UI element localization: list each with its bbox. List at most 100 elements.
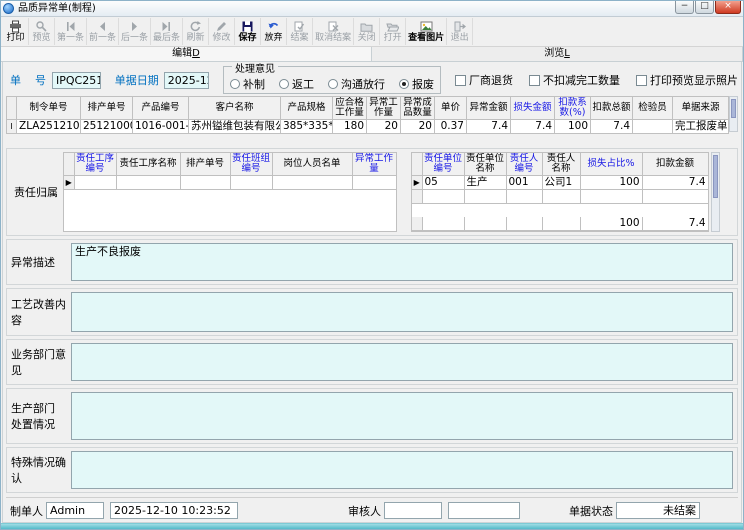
col-header[interactable]: 产品规格 [281, 97, 333, 120]
cell[interactable]: 生产 [464, 176, 506, 190]
cell[interactable] [116, 176, 180, 190]
cell[interactable]: 0.37 [435, 120, 467, 134]
tab-browse[interactable]: 浏览L [372, 47, 743, 61]
auditor-field[interactable] [384, 502, 442, 519]
cancel-close-case-button[interactable]: 取消结案 [313, 18, 354, 45]
close-case-button[interactable]: 结案 [287, 18, 313, 45]
cell[interactable]: 20 [367, 120, 401, 134]
cell[interactable]: 7.4 [467, 120, 511, 134]
col-header[interactable]: 制令单号 [17, 97, 81, 120]
open-button[interactable]: 打开 [380, 18, 406, 45]
production-disposal-textarea[interactable] [71, 392, 733, 440]
prev-record-button[interactable]: 前一条 [87, 18, 119, 45]
col-header[interactable]: 排产单号 [81, 97, 133, 120]
checkbox-no-deduct[interactable]: 不扣减完工数量 [529, 72, 620, 88]
special-confirm-label: 特殊情况确认 [11, 451, 71, 489]
save-button[interactable]: 保存 [235, 18, 261, 45]
creator-field[interactable]: Admin [46, 502, 104, 519]
col-header[interactable]: 异常工作量 [367, 97, 401, 120]
business-opinion-textarea[interactable] [71, 343, 733, 381]
cell[interactable]: 公司1 [542, 176, 580, 190]
radio-scrap[interactable]: 报废 [399, 76, 434, 92]
edit-button[interactable]: 修改 [209, 18, 235, 45]
col-header[interactable]: 责任工序编号 [74, 153, 116, 176]
col-header[interactable]: 排产单号 [180, 153, 230, 176]
col-header[interactable]: 损失金额 [511, 97, 555, 120]
cell[interactable]: 001 [506, 176, 542, 190]
print-button[interactable]: 打印 [3, 18, 29, 45]
col-header[interactable]: 异常工作量 [352, 153, 396, 176]
col-header[interactable]: 责任单位名称 [464, 153, 506, 176]
minimize-button[interactable]: − [675, 1, 694, 14]
close-button-toolbar[interactable]: 关闭 [354, 18, 380, 45]
next-record-button[interactable]: 后一条 [119, 18, 151, 45]
cell[interactable]: ZLA251210001 [17, 120, 81, 134]
doc-no-input[interactable]: IPQC2512100001 [52, 72, 101, 89]
doc-status-field[interactable]: 未结案 [616, 502, 700, 519]
checkbox-vendor-return[interactable]: 厂商退货 [455, 72, 513, 88]
col-header[interactable]: 责任人名称 [542, 153, 580, 176]
special-confirm-textarea[interactable] [71, 451, 733, 489]
col-header[interactable]: 客户名称 [189, 97, 281, 120]
col-header[interactable]: 扣款金额 [642, 153, 708, 176]
col-header[interactable]: 扣款系数(%) [555, 97, 591, 120]
cell[interactable]: 385*335*180 [281, 120, 333, 134]
abnormal-desc-textarea[interactable]: 生产不良报废 [71, 243, 733, 281]
tab-edit[interactable]: 编辑D [1, 47, 372, 61]
cell[interactable]: 20 [401, 120, 435, 134]
unit-grid-scrollbar[interactable] [711, 152, 720, 232]
col-header[interactable]: 单价 [435, 97, 467, 120]
first-record-button[interactable]: 第一条 [55, 18, 87, 45]
col-header[interactable]: 岗位人员名单 [272, 153, 352, 176]
col-header[interactable]: 损失占比% [580, 153, 642, 176]
process-improve-textarea[interactable] [71, 292, 733, 332]
section-production-disposal: 生产部门 处置情况 [6, 388, 738, 444]
cell[interactable] [272, 176, 352, 190]
cell[interactable]: 7.4 [511, 120, 555, 134]
col-header[interactable]: 扣款总额 [591, 97, 633, 120]
scrollbar-thumb[interactable] [731, 99, 736, 118]
cell[interactable]: 180 [333, 120, 367, 134]
cell[interactable]: 100 [555, 120, 591, 134]
col-header[interactable]: 责任班组编号 [230, 153, 272, 176]
audit-time-field[interactable] [448, 502, 520, 519]
cell[interactable] [180, 176, 230, 190]
preview-button[interactable]: 预览 [29, 18, 55, 45]
col-header[interactable]: 责任人编号 [506, 153, 542, 176]
main-grid-scrollbar[interactable] [729, 96, 738, 132]
radio-release[interactable]: 沟通放行 [328, 76, 385, 92]
cell[interactable]: 完工报废单 [673, 120, 729, 134]
radio-rework[interactable]: 返工 [279, 76, 314, 92]
col-header[interactable]: 单据来源 [673, 97, 729, 120]
cell[interactable]: 苏州镒维包装有限公司 [189, 120, 281, 134]
col-header[interactable]: 责任工序名称 [116, 153, 180, 176]
cell[interactable]: 7.4 [642, 176, 708, 190]
cell[interactable] [74, 176, 116, 190]
col-header[interactable]: 责任单位编号 [422, 153, 464, 176]
created-time-field[interactable]: 2025-12-10 10:23:52 [110, 502, 238, 519]
col-header[interactable]: 检验员 [633, 97, 673, 120]
last-record-button[interactable]: 最后条 [151, 18, 183, 45]
col-header[interactable]: 产品编号 [133, 97, 189, 120]
radio-remake[interactable]: 补制 [230, 76, 265, 92]
doc-date-input[interactable]: 2025-12-10 [164, 72, 209, 89]
cell[interactable]: 7.4 [591, 120, 633, 134]
checkbox-preview-photo[interactable]: 打印预览显示照片 [636, 72, 738, 88]
close-button[interactable]: × [715, 1, 741, 14]
cell[interactable]: 1016-001-01 [133, 120, 189, 134]
col-header[interactable]: 应合格工作量 [333, 97, 367, 120]
scrollbar-thumb[interactable] [713, 155, 718, 198]
col-header[interactable]: 异常成品数量 [401, 97, 435, 120]
cell[interactable]: 05 [422, 176, 464, 190]
cell[interactable]: 100 [580, 176, 642, 190]
cell[interactable]: 2512100001 [81, 120, 133, 134]
cell[interactable] [352, 176, 396, 190]
view-image-button[interactable]: 查看图片 [406, 18, 447, 45]
exit-button[interactable]: 退出 [447, 18, 473, 45]
refresh-button[interactable]: 刷新 [183, 18, 209, 45]
cell[interactable] [230, 176, 272, 190]
maximize-button[interactable]: □ [695, 1, 714, 14]
col-header[interactable]: 异常金额 [467, 97, 511, 120]
cell[interactable] [633, 120, 673, 134]
discard-button[interactable]: 放弃 [261, 18, 287, 45]
